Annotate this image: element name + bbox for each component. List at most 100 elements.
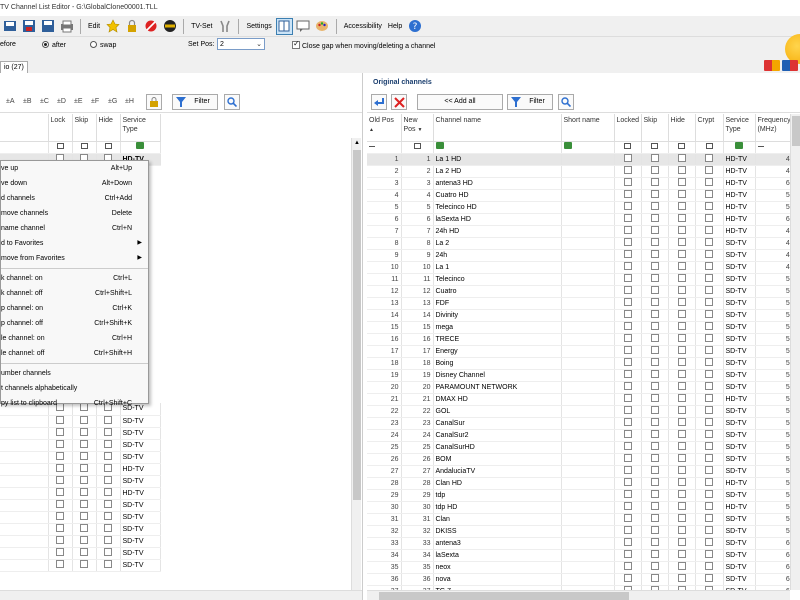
add-to-list-icon[interactable] (371, 94, 387, 110)
skip-checkbox[interactable] (80, 439, 88, 448)
table-row[interactable]: 1010La 1SD-TV482 (367, 261, 800, 274)
hide-checkbox[interactable] (677, 525, 686, 534)
hide-checkbox[interactable] (104, 487, 112, 496)
save-as-icon[interactable] (39, 18, 56, 35)
skip-checkbox[interactable] (80, 547, 88, 556)
crypt-checkbox[interactable] (705, 537, 713, 546)
skip-checkbox[interactable] (650, 429, 659, 438)
hide-checkbox[interactable] (677, 297, 686, 306)
add-all-button[interactable]: << Add all (417, 94, 503, 110)
crypt-checkbox[interactable] (705, 525, 713, 534)
locked-checkbox[interactable] (623, 237, 632, 246)
crypt-checkbox[interactable] (705, 309, 713, 318)
two-panel-view-icon[interactable] (275, 17, 293, 35)
edit-menu[interactable]: Edit (85, 18, 103, 35)
col-short-name[interactable]: Short name (561, 114, 615, 142)
star-icon[interactable] (104, 18, 121, 35)
left-col-service[interactable]: Service Type (120, 114, 161, 142)
locked-checkbox[interactable] (623, 345, 632, 354)
skip-checkbox[interactable] (650, 237, 659, 246)
crypt-checkbox[interactable] (705, 573, 713, 582)
crypt-checkbox[interactable] (705, 417, 713, 426)
skip-checkbox[interactable] (650, 441, 659, 450)
table-row[interactable]: 7724h HDHD-TV482 (367, 225, 800, 238)
locked-checkbox[interactable] (623, 525, 632, 534)
col-channel-name[interactable]: Channel name (433, 114, 562, 142)
crypt-checkbox[interactable] (705, 393, 713, 402)
close-gap-option[interactable]: Close gap when moving/deleting a channel (292, 39, 435, 50)
hide-checkbox[interactable] (677, 201, 686, 210)
hide-checkbox[interactable] (104, 415, 112, 424)
skip-icon[interactable] (142, 18, 159, 35)
table-row[interactable]: SD-TV (0, 451, 161, 464)
locked-checkbox[interactable] (623, 417, 632, 426)
table-row[interactable]: 3232DKISSSD-TV570 (367, 525, 800, 538)
hide-checkbox[interactable] (677, 405, 686, 414)
context-menu-item[interactable]: k channel: off Ctrl+Shift+L (1, 286, 148, 301)
table-row[interactable]: 11La 1 HDHD-TV482 (367, 153, 800, 166)
left-col-lock[interactable]: Lock (48, 114, 73, 142)
locked-checkbox[interactable] (623, 153, 632, 162)
crypt-checkbox[interactable] (705, 213, 713, 222)
locked-checkbox[interactable] (623, 561, 632, 570)
table-row[interactable]: 1616TRECESD-TV514 (367, 333, 800, 346)
lock-icon[interactable] (146, 94, 162, 110)
locked-checkbox[interactable] (623, 297, 632, 306)
locked-checkbox[interactable] (623, 369, 632, 378)
table-row[interactable]: 1717EnergySD-TV514 (367, 345, 800, 358)
table-row[interactable]: 88La 2SD-TV482 (367, 237, 800, 250)
table-row[interactable]: HD-TV (0, 463, 161, 476)
crypt-checkbox[interactable] (705, 561, 713, 570)
locked-checkbox[interactable] (623, 381, 632, 390)
hide-checkbox[interactable] (677, 189, 686, 198)
table-row[interactable]: SD-TV (0, 511, 161, 524)
crypt-checkbox[interactable] (705, 189, 713, 198)
col-crypt[interactable]: Crypt (695, 114, 724, 142)
skip-checkbox[interactable] (650, 573, 659, 582)
panel-splitter[interactable] (362, 73, 363, 600)
hide-checkbox[interactable] (677, 477, 686, 486)
right-filter-button[interactable]: Filter (507, 94, 553, 110)
lock-checkbox[interactable] (56, 463, 64, 472)
table-row[interactable]: 1313FDFSD-TV506 (367, 297, 800, 310)
locked-checkbox[interactable] (623, 489, 632, 498)
skip-checkbox[interactable] (650, 465, 659, 474)
hide-checkbox[interactable] (677, 285, 686, 294)
skip-checkbox[interactable] (80, 427, 88, 436)
skip-checkbox[interactable] (650, 273, 659, 282)
locked-checkbox[interactable] (623, 201, 632, 210)
locked-checkbox[interactable] (623, 261, 632, 270)
locked-checkbox[interactable] (623, 465, 632, 474)
locked-checkbox[interactable] (623, 321, 632, 330)
hide-checkbox[interactable] (677, 429, 686, 438)
skip-checkbox[interactable] (650, 405, 659, 414)
table-row[interactable]: 2828Clan HDHD-TV570 (367, 477, 800, 490)
table-row[interactable]: 2929tdpSD-TV570 (367, 489, 800, 502)
crypt-checkbox[interactable] (705, 165, 713, 174)
hide-checkbox[interactable] (677, 537, 686, 546)
crypt-checkbox[interactable] (705, 153, 713, 162)
skip-checkbox[interactable] (80, 499, 88, 508)
skip-checkbox[interactable] (650, 165, 659, 174)
skip-checkbox[interactable] (650, 525, 659, 534)
hide-checkbox[interactable] (677, 165, 686, 174)
context-menu-item[interactable]: d channels Ctrl+Add (1, 191, 148, 206)
hide-checkbox[interactable] (677, 177, 686, 186)
hide-checkbox[interactable] (104, 511, 112, 520)
comment-icon[interactable] (295, 18, 312, 35)
hide-checkbox[interactable] (677, 345, 686, 354)
locked-checkbox[interactable] (623, 429, 632, 438)
close-gap-checkbox[interactable] (292, 39, 300, 49)
table-row[interactable]: 3434laSextaSD-TV634 (367, 549, 800, 562)
crypt-checkbox[interactable] (705, 201, 713, 210)
left-vertical-scrollbar[interactable]: ▲ (351, 138, 361, 590)
table-row[interactable]: 55Telecinco HDHD-TV506 (367, 201, 800, 214)
skip-checkbox[interactable] (650, 285, 659, 294)
search-icon[interactable] (558, 94, 574, 110)
table-row[interactable]: SD-TV (0, 547, 161, 560)
filter-box-icon[interactable] (56, 142, 64, 149)
context-menu-item[interactable]: ve up Alt+Up (1, 161, 148, 176)
fav-g-button[interactable]: ±G (108, 95, 117, 109)
table-row[interactable]: SD-TV (0, 559, 161, 572)
table-row[interactable]: 2525CanalSurHDSD-TV546 (367, 441, 800, 454)
